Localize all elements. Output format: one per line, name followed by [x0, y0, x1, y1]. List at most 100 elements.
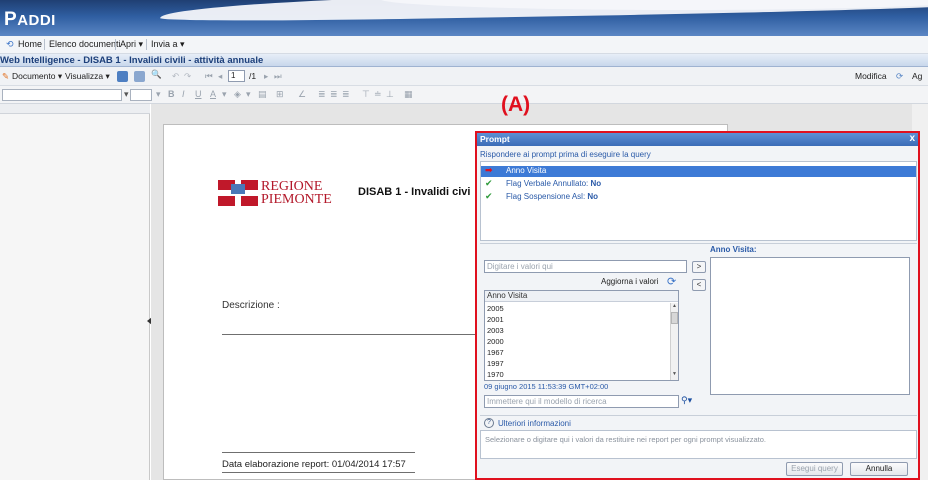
- prompt-item-anno-visita[interactable]: ➡ Anno Visita: [481, 165, 916, 177]
- app-banner: [0, 0, 928, 36]
- border-icon[interactable]: ⊞: [276, 89, 284, 100]
- first-page-icon[interactable]: ⏮: [205, 71, 213, 82]
- find-icon[interactable]: 🔍: [151, 69, 162, 80]
- scroll-up-icon[interactable]: ▲: [672, 303, 677, 309]
- refresh-icon[interactable]: ⟳: [896, 71, 903, 82]
- nav-documents-link[interactable]: Elenco documenti: [49, 39, 121, 49]
- check-icon: ✔: [485, 191, 493, 201]
- list-item[interactable]: 2003: [487, 326, 504, 335]
- values-scrollbar[interactable]: ▲ ▼: [670, 303, 678, 380]
- print-icon[interactable]: [134, 71, 145, 82]
- redo-icon[interactable]: ↷: [184, 71, 191, 82]
- nav-open-menu[interactable]: Apri ▾: [120, 39, 143, 50]
- fill-color-icon[interactable]: ◈: [234, 89, 241, 100]
- divider: [480, 415, 917, 416]
- dialog-title-bar[interactable]: Prompt x: [477, 133, 918, 146]
- scroll-down-icon[interactable]: ▼: [672, 371, 677, 377]
- prompt-dialog: Prompt x Rispondere ai prompt prima di e…: [475, 131, 920, 480]
- more-info-toggle[interactable]: Ulteriori informazioni: [498, 419, 571, 428]
- align-center-icon[interactable]: ≣: [330, 89, 338, 100]
- prompt-item-flag-sospensione[interactable]: ✔ Flag Sospensione Asl: No: [481, 191, 916, 203]
- wrap-icon[interactable]: ▦: [404, 89, 413, 100]
- chevron-down-icon[interactable]: ▾: [246, 89, 251, 100]
- cancel-button[interactable]: Annulla: [850, 462, 908, 476]
- dialog-instruction: Rispondere ai prompt prima di eseguire l…: [480, 150, 651, 159]
- close-icon[interactable]: x: [909, 133, 915, 144]
- align-icon[interactable]: ▤: [258, 89, 267, 100]
- undo-icon[interactable]: ↶: [172, 71, 179, 82]
- pencil-icon[interactable]: ✎: [2, 71, 9, 82]
- values-list-header: Anno Visita: [485, 291, 678, 302]
- nav-send-menu[interactable]: Invia a ▾: [151, 39, 185, 50]
- refresh-values-link[interactable]: Aggiorna i valori: [601, 277, 658, 286]
- prompt-label: Anno Visita: [506, 166, 547, 175]
- list-item[interactable]: 2000: [487, 337, 504, 346]
- underline-icon[interactable]: U: [195, 89, 202, 99]
- align-left-icon[interactable]: ≣: [318, 89, 326, 100]
- font-name-select[interactable]: [2, 89, 122, 101]
- chevron-down-icon[interactable]: ▾: [124, 89, 129, 100]
- divider: [44, 39, 45, 50]
- value-input[interactable]: Digitare i valori qui: [484, 260, 687, 273]
- save-icon[interactable]: [117, 71, 128, 82]
- list-item[interactable]: 2005: [487, 304, 504, 313]
- view-menu[interactable]: Visualizza ▾: [65, 71, 110, 82]
- prompt-description: Selezionare o digitare qui i valori da r…: [480, 430, 917, 459]
- list-item[interactable]: 1997: [487, 359, 504, 368]
- search-pattern-input[interactable]: Immettere qui il modello di ricerca: [484, 395, 679, 408]
- refresh-icon[interactable]: ⟳: [667, 275, 676, 288]
- dialog-title: Prompt: [480, 134, 510, 144]
- list-item[interactable]: 1970: [487, 370, 504, 379]
- annotation-label: (A): [501, 93, 531, 116]
- home-icon[interactable]: ⟲: [6, 39, 14, 50]
- modify-button[interactable]: Modifica: [855, 71, 887, 81]
- prev-page-icon[interactable]: ◂: [218, 71, 222, 82]
- divider: [115, 39, 116, 50]
- add-value-button[interactable]: >: [692, 261, 706, 273]
- nav-home-link[interactable]: Home: [18, 39, 42, 49]
- font-size-select[interactable]: [130, 89, 152, 101]
- format-toolbar: ▾ ▾ B I U A ▾ ◈ ▾ ▤ ⊞ ∠ ≣ ≣ ≣ ⊤ ≐ ⊥ ▦: [0, 86, 928, 104]
- next-page-icon[interactable]: ▸: [264, 71, 268, 82]
- logo-text: REGIONE PIEMONTE: [261, 179, 332, 207]
- middle-icon[interactable]: ≐: [374, 89, 382, 100]
- window-title-bar: Web Intelligence - DISAB 1 - Invalidi ci…: [0, 54, 928, 67]
- align-right-icon[interactable]: ≣: [342, 89, 350, 100]
- pen-icon[interactable]: ∠: [298, 89, 306, 100]
- left-panel-header: [0, 104, 150, 114]
- page-number-input[interactable]: 1: [228, 70, 245, 82]
- info-icon[interactable]: ?: [484, 418, 494, 428]
- values-list[interactable]: Anno Visita 2005 2001 2003 2000 1967 199…: [484, 290, 679, 381]
- run-query-button[interactable]: Esegui query: [786, 462, 843, 476]
- last-refresh-date: 09 giugno 2015 11:53:39 GMT+02:00: [484, 382, 609, 391]
- selected-values-list[interactable]: [710, 257, 910, 395]
- report-title: DISAB 1 - Invalidi civi: [358, 186, 471, 198]
- left-panel: [0, 104, 152, 480]
- divider: [222, 472, 415, 473]
- chevron-down-icon[interactable]: ▾: [156, 89, 161, 100]
- italic-icon[interactable]: I: [182, 89, 185, 99]
- scroll-thumb[interactable]: [671, 312, 678, 324]
- prompt-list: ➡ Anno Visita ✔ Flag Verbale Annullato: …: [480, 161, 917, 241]
- selected-values-label: Anno Visita:: [710, 245, 757, 254]
- divider: [480, 243, 917, 244]
- remove-value-button[interactable]: <: [692, 279, 706, 291]
- prompt-label: Flag Verbale Annullato: No: [506, 179, 602, 188]
- last-page-icon[interactable]: ⏭: [274, 71, 282, 82]
- list-item[interactable]: 2001: [487, 315, 504, 324]
- document-menu[interactable]: Documento ▾: [12, 71, 62, 82]
- arrow-right-icon: ➡: [485, 165, 493, 175]
- divider: [222, 452, 415, 453]
- bottom-icon[interactable]: ⊥: [386, 89, 394, 100]
- bold-icon[interactable]: B: [168, 89, 175, 99]
- search-icon[interactable]: ⚲▾: [681, 395, 692, 406]
- font-color-icon[interactable]: A: [210, 89, 216, 99]
- main-toolbar: ✎ Documento ▾ Visualizza ▾ 🔍 ↶ ↷ ⏮ ◂ 1 /…: [0, 67, 928, 86]
- top-nav: ⟲ Home Elenco documenti Apri ▾ Invia a ▾: [0, 36, 928, 54]
- list-item[interactable]: 1967: [487, 348, 504, 357]
- window-title: Web Intelligence - DISAB 1 - Invalidi ci…: [0, 55, 264, 66]
- check-icon: ✔: [485, 178, 493, 188]
- prompt-item-flag-verbale[interactable]: ✔ Flag Verbale Annullato: No: [481, 178, 916, 190]
- chevron-down-icon[interactable]: ▾: [222, 89, 227, 100]
- top-icon[interactable]: ⊤: [362, 89, 370, 100]
